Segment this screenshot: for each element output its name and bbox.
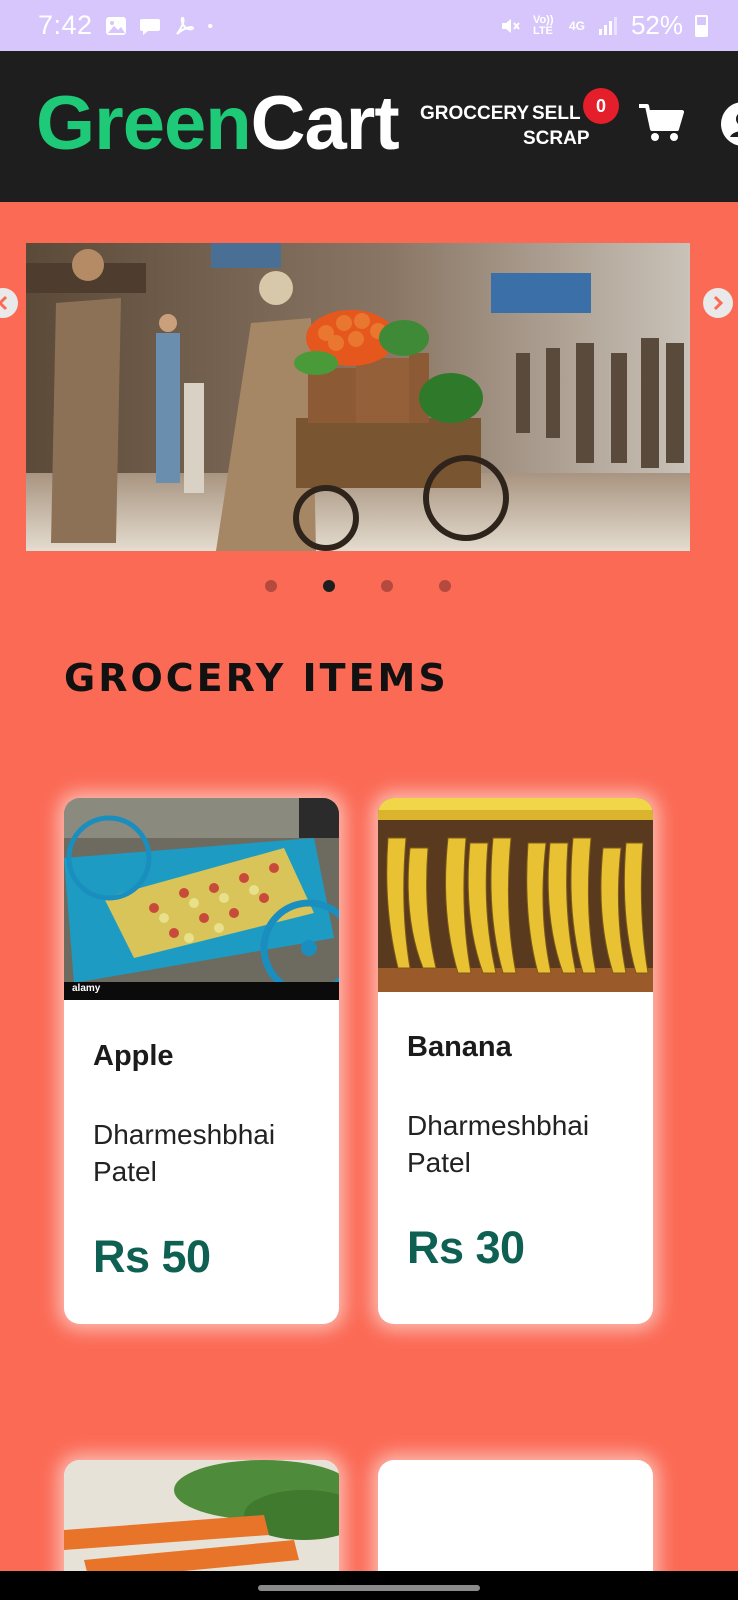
nav-scrap-link[interactable]: SCRAP [523,128,590,150]
product-price: Rs 50 [93,1231,211,1282]
product-name: Banana [407,1031,512,1063]
gallery-icon [105,16,126,35]
carousel-prev-button[interactable] [0,288,18,318]
signal-icon [598,16,617,35]
battery-icon [695,14,708,37]
chat-icon [139,18,160,35]
chevron-right-icon [713,295,724,311]
carousel-dot-1[interactable] [265,580,277,592]
status-time: 7:42 [38,10,93,40]
dot-icon [207,23,213,28]
chevron-left-icon [0,295,8,311]
cart-icon[interactable] [638,103,684,143]
product-card-banana[interactable]: Banana Dharmeshbhai Patel Rs 30 [378,798,653,1324]
status-left: 7:42 [38,10,219,41]
logo-white-text: Cart [250,81,400,166]
product-seller: Dharmeshbhai Patel [407,1110,590,1178]
nav-sell-link[interactable]: SELL [532,103,581,125]
app-header: GreenCart GROCCERY SELL SCRAP 0 [0,51,738,202]
carousel-dots [265,580,451,592]
banana-product-image [378,798,653,992]
image-watermark: alamy [72,983,101,994]
logo-green-text: Green [36,81,252,166]
logo[interactable]: GreenCart [36,79,400,169]
mute-icon [501,18,520,33]
product-seller: Dharmeshbhai Patel [93,1119,276,1187]
cart-count-badge: 0 [583,88,619,124]
hero-carousel[interactable] [26,243,690,551]
product-card-apple[interactable]: alamy Apple Dharmeshbhai Patel Rs 50 [64,798,339,1324]
nav-grocery-link[interactable]: GROCCERY [420,103,529,125]
carousel-slide-image [26,243,690,551]
status-bar: 7:42 Vo)) LTE 4G 52% [0,0,738,51]
carousel-dot-2[interactable] [323,580,335,592]
carousel-next-button[interactable] [703,288,733,318]
profile-icon[interactable] [718,99,738,149]
home-indicator[interactable] [258,1585,480,1591]
apple-product-image [64,798,339,1000]
volte-icon: Vo)) LTE [532,13,554,37]
product-price: Rs 30 [407,1222,525,1273]
4g-icon: 4G [568,18,585,33]
carousel-dot-4[interactable] [439,580,451,592]
product-name: Apple [93,1040,174,1072]
pdf-icon [175,16,194,35]
status-right: Vo)) LTE 4G 52% [499,10,708,41]
battery-percent: 52% [630,10,683,40]
carousel-dot-3[interactable] [381,580,393,592]
section-title: GROCERY ITEMS [64,656,449,700]
